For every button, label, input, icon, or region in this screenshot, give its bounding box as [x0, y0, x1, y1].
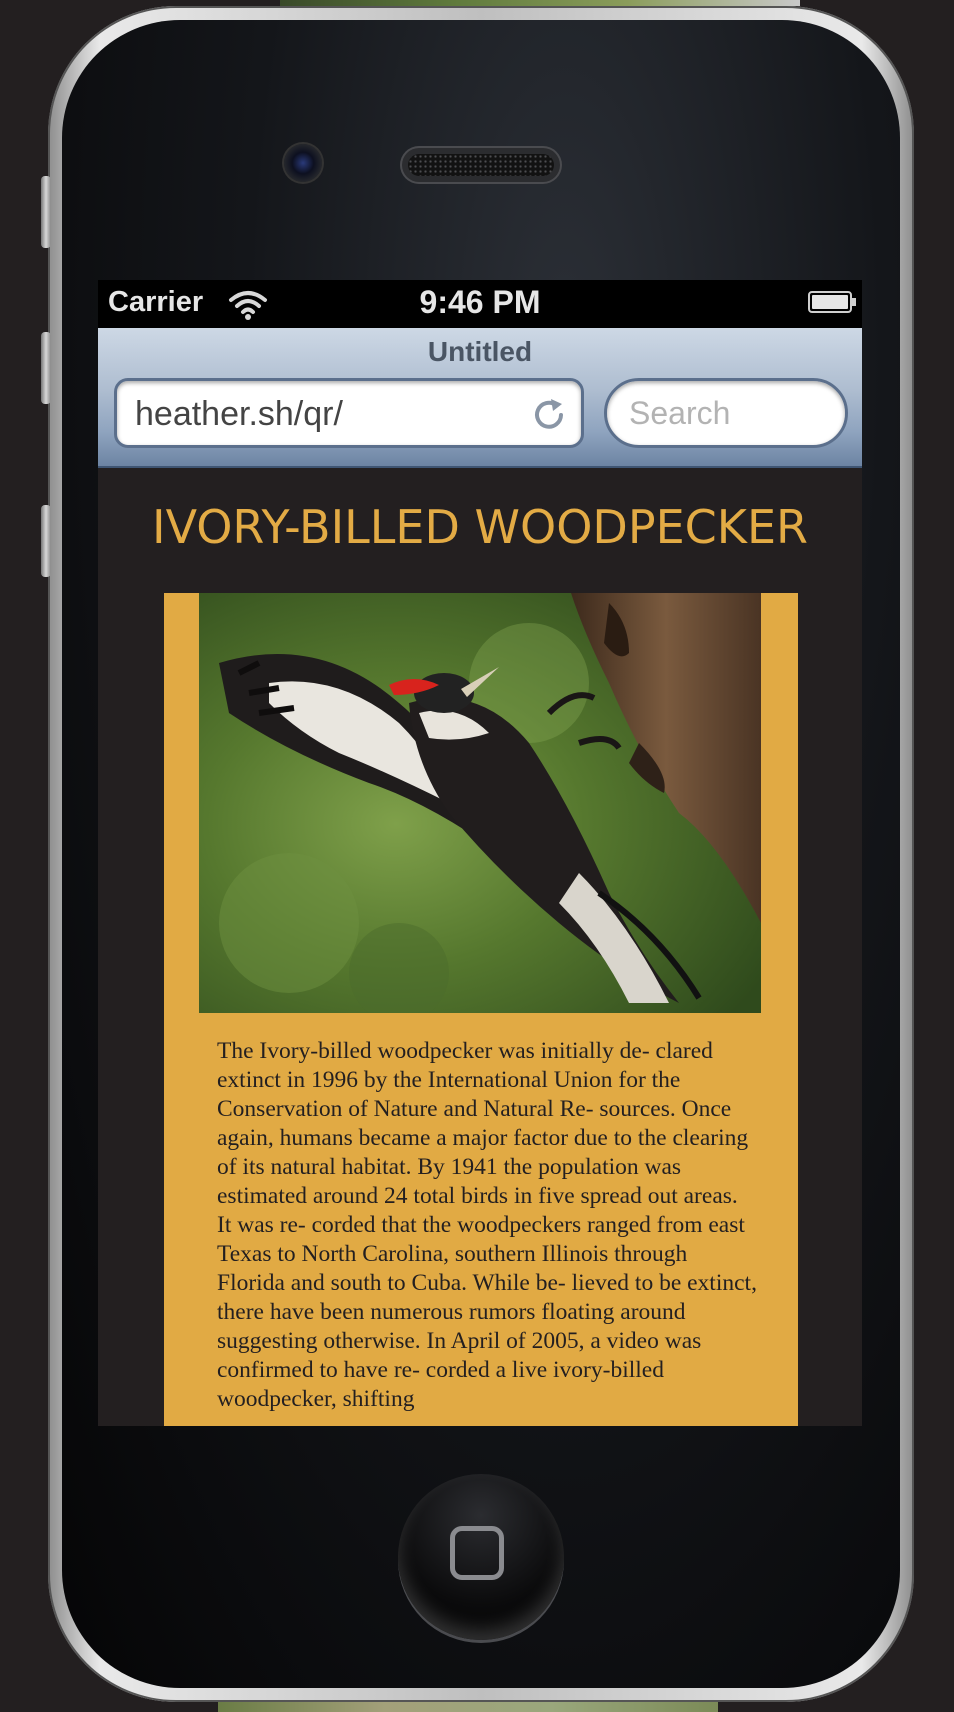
- address-bar[interactable]: heather.sh/qr/: [114, 378, 584, 448]
- battery-icon: [808, 291, 856, 313]
- speaker-grill: [408, 154, 554, 176]
- page-title: Untitled: [427, 336, 533, 367]
- url-text[interactable]: heather.sh/qr/: [135, 395, 343, 434]
- reload-icon[interactable]: [529, 395, 569, 435]
- front-camera: [284, 144, 322, 182]
- phone-screen: Carrier 9:46 PM Untitled heather.sh/qr/ …: [98, 280, 862, 1426]
- earpiece-speaker: [400, 146, 562, 184]
- web-page-content: IVORY-BILLED WOODPECKER The Ivory-billed…: [98, 468, 862, 1426]
- volume-down-button: [41, 505, 51, 577]
- home-button[interactable]: [398, 1474, 564, 1640]
- status-time: 9:46 PM: [419, 284, 541, 320]
- browser-toolbar: Untitled heather.sh/qr/ Search: [98, 328, 862, 468]
- article-body: The Ivory-billed woodpecker was initiall…: [217, 1038, 757, 1412]
- search-input[interactable]: Search: [604, 378, 848, 448]
- volume-up-button: [41, 332, 51, 404]
- search-placeholder: Search: [629, 395, 731, 431]
- status-bar: Carrier 9:46 PM: [98, 280, 862, 328]
- woodpecker-photo: [199, 593, 761, 1013]
- home-square-icon: [450, 1526, 504, 1580]
- article-card: The Ivory-billed woodpecker was initiall…: [164, 593, 798, 1426]
- article-headline: IVORY-BILLED WOODPECKER: [152, 500, 808, 554]
- mute-switch: [41, 176, 51, 248]
